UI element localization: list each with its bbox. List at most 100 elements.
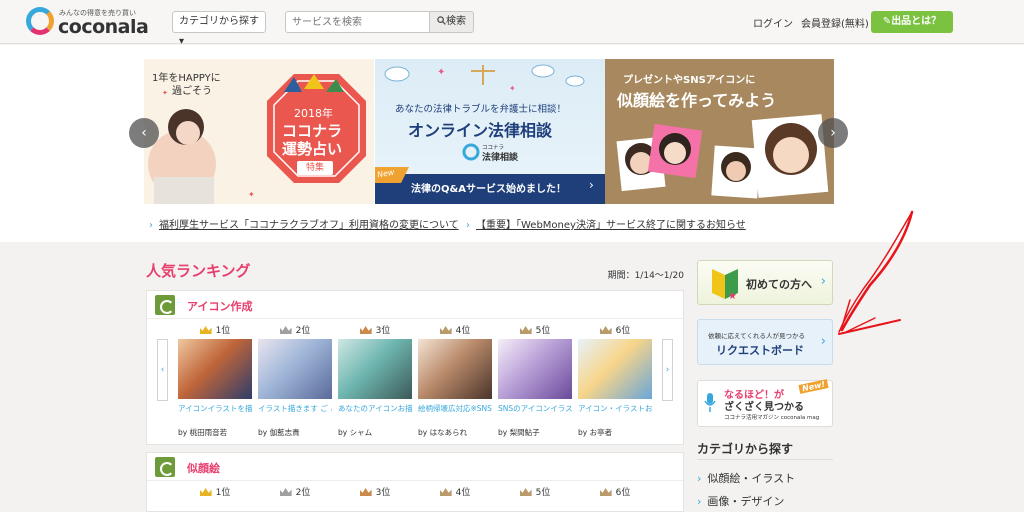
ranking-item[interactable]: 6位 [578, 486, 652, 500]
crown-icon [519, 326, 532, 334]
chevron-left-icon: ‹ [160, 365, 165, 375]
service-title[interactable]: アイコンイラストを描きます SNS等に使用 [178, 404, 252, 424]
rank-text: 3位 [375, 488, 391, 498]
rank-label: 4位 [418, 324, 492, 338]
category-browse-button[interactable]: カテゴリから探す ▾ [172, 11, 266, 47]
news-link-1[interactable]: › 福利厚生サービス「ココナラクラブオフ」利用資格の変更について [149, 216, 459, 231]
banner-fortune[interactable]: ✦ ✦ 1年をHAPPYに 過ごそう 2018年 ココナラ 運勢占い 特集 [144, 59, 374, 204]
register-link[interactable]: 会員登録(無料) [801, 15, 869, 30]
rank-label: 4位 [418, 486, 492, 500]
service-title[interactable]: SNSのアイコンイラスト描きます 世界に [498, 404, 572, 424]
beginner-guide-label: 初めての方へ [746, 278, 812, 291]
seller-name[interactable]: by シャム [338, 427, 412, 438]
rank-text: 1位 [215, 488, 231, 498]
ranking-item[interactable]: 3位あなたのアイコンお描きします ■いつでも by シャム [338, 324, 412, 438]
sell-info-button[interactable]: ✎出品とは？ [871, 11, 953, 33]
ranking-period: 期間：1/14〜1/20 [607, 271, 684, 281]
crown-icon [439, 326, 452, 334]
ranking-category-name[interactable]: 似顔絵 [187, 460, 220, 476]
seller-name[interactable]: by 伽藍志貴 [258, 427, 332, 438]
ranking-item[interactable]: 5位 [498, 486, 572, 500]
search-icon [437, 16, 446, 25]
rank-text: 5位 [535, 488, 551, 498]
carousel-prev-button[interactable]: ‹ [129, 118, 159, 148]
chevron-right-icon: › [149, 220, 153, 231]
service-thumbnail[interactable] [498, 339, 572, 399]
request-board-button[interactable]: 依頼に応えてくれる人が見つかる リクエストボード › [697, 319, 833, 365]
search-button-label: 検索 [446, 16, 466, 27]
svg-text:✦: ✦ [248, 190, 255, 199]
seller-name[interactable]: by 桃田雨音若 [178, 427, 252, 438]
search-input[interactable] [285, 11, 430, 33]
service-title[interactable]: アイコン・イラストお描きします 200作品 [578, 404, 652, 424]
crown-icon [599, 488, 612, 496]
rank-text: 2位 [295, 326, 311, 336]
coconala-logo[interactable]: みんなの得意を売り買い coconala [26, 5, 156, 39]
service-thumbnail[interactable] [258, 339, 332, 399]
chevron-right-icon: › [466, 220, 470, 231]
seller-name[interactable]: by 梨間鮎子 [498, 427, 572, 438]
ranking-item[interactable]: 4位絵柄帰壊広対応※SNS用アイコン作成いたし by はなあられ [418, 324, 492, 438]
news-link-1-text: 福利厚生サービス「ココナラクラブオフ」利用資格の変更について [159, 220, 459, 231]
ranking-title: 人気ランキング [146, 262, 251, 280]
ranking-item[interactable]: 5位 SNSのアイコンイラスト描きます 世界に by 梨間鮎子 [498, 324, 572, 438]
service-title[interactable]: イラスト描きます ご ここに注目してくれたあ [258, 404, 332, 424]
crown-icon [359, 488, 372, 496]
service-title[interactable]: あなたのアイコンお描きします ■いつでも [338, 404, 412, 424]
rank-label: 5位 [498, 486, 572, 500]
ranking-item[interactable]: 2位イラスト描きます ご ここに注目してくれたあ by 伽藍志貴 [258, 324, 332, 438]
seller-name[interactable]: by お亭者 [578, 427, 652, 438]
site-header: みんなの得意を売り買い coconala カテゴリから探す ▾ 検索 ログイン … [0, 0, 1024, 47]
coconala-logo-icon [26, 7, 54, 35]
svg-text:✦: ✦ [437, 67, 445, 78]
ranking-next-button[interactable]: › [662, 339, 673, 401]
rank-text: 6位 [615, 488, 631, 498]
carousel-next-button[interactable]: › [818, 118, 848, 148]
ranking-item[interactable]: 1位アイコンイラストを描きます SNS等に使用 by 桃田雨音若 [178, 324, 252, 438]
ranking-item[interactable]: 1位 [178, 486, 252, 500]
banner-portrait-line2: 似顔絵を作ってみよう [617, 91, 777, 110]
sidebar-category-portrait[interactable]: › 似顔絵・イラスト [697, 470, 795, 486]
ranking-prev-button[interactable]: ‹ [157, 339, 168, 401]
banner-portrait[interactable]: プレゼントやSNSアイコンに 似顔絵を作ってみよう [605, 59, 834, 204]
service-thumbnail[interactable] [418, 339, 492, 399]
mag-new-badge: New! [798, 379, 829, 394]
rank-label: 1位 [178, 486, 252, 500]
rank-label: 2位 [258, 486, 332, 500]
sidebar-category-design[interactable]: › 画像・デザイン [697, 493, 784, 509]
crown-icon [359, 326, 372, 334]
ranking-item[interactable]: 6位アイコン・イラストお描きします 200作品 by お亭者 [578, 324, 652, 438]
ranking-item[interactable]: 4位 [418, 486, 492, 500]
banner-legal-brand: 法律相談 [482, 153, 519, 163]
rank-text: 4位 [455, 326, 471, 336]
sidebar-category-label: 似顔絵・イラスト [707, 472, 796, 485]
seller-name[interactable]: by はなあられ [418, 427, 492, 438]
rank-text: 6位 [615, 326, 631, 336]
logo-wordmark: coconala [58, 16, 149, 38]
login-link[interactable]: ログイン [753, 15, 793, 30]
service-thumbnail[interactable] [338, 339, 412, 399]
search-button[interactable]: 検索 [429, 11, 474, 33]
sidebar-category-title: カテゴリから探す [697, 442, 794, 456]
rank-label: 3位 [338, 486, 412, 500]
crown-icon [199, 488, 212, 496]
ranking-item[interactable]: 2位 [258, 486, 332, 500]
news-link-2[interactable]: › 【重要】「WebMoney決済」サービス終了に関するお知らせ [466, 216, 746, 231]
beginner-mark-icon: ★ [712, 269, 738, 299]
beginner-guide-button[interactable]: ★ 初めての方へ › [697, 260, 833, 305]
rank-text: 3位 [375, 326, 391, 336]
pencil-icon: ✎ [882, 16, 892, 27]
crown-icon [279, 326, 292, 334]
banner-legal[interactable]: ✦ ✦ あなたの法律トラブルを弁護士に相談！ オンライン法律相談 ココナラ 法律… [375, 59, 605, 204]
chevron-right-icon: › [820, 334, 826, 349]
service-thumbnail[interactable] [578, 339, 652, 399]
banner-carousel: ✦ ✦ 1年をHAPPYに 過ごそう 2018年 ココナラ 運勢占い 特集 ✦ … [0, 45, 1024, 242]
coconala-mag-banner[interactable]: なるほど！が ざくざく見つかる ココナラ活用マガジン coconala mag … [697, 379, 833, 427]
ranking-item[interactable]: 3位 [338, 486, 412, 500]
service-thumbnail[interactable] [178, 339, 252, 399]
rank-text: 5位 [535, 326, 551, 336]
ranking-card-header: 似顔絵 [147, 453, 683, 481]
service-title[interactable]: 絵柄帰壊広対応※SNS用アイコン作成いたし [418, 404, 492, 424]
divider [697, 459, 833, 460]
ranking-category-name[interactable]: アイコン作成 [187, 298, 252, 314]
